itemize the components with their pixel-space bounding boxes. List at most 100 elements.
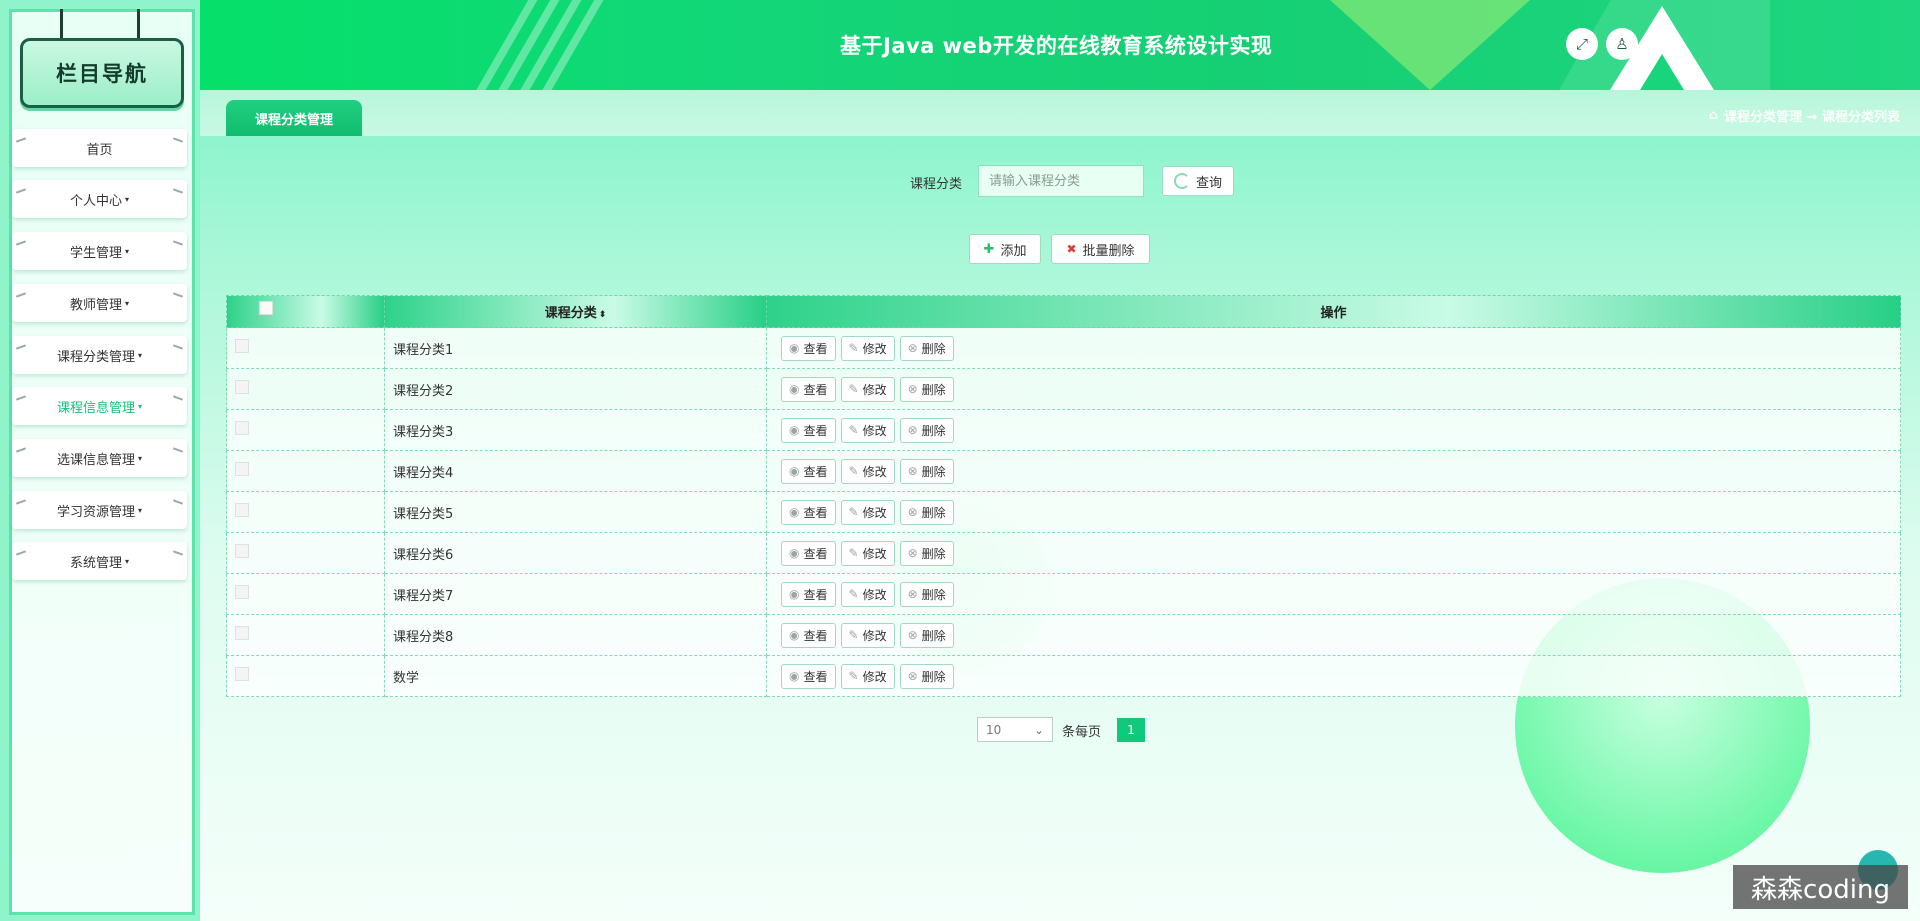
row-checkbox-cell (226, 532, 385, 574)
row-checkbox[interactable] (235, 626, 249, 640)
delete-button[interactable]: ⊗ 删除 (899, 540, 954, 566)
delete-button[interactable]: ⊗ 删除 (899, 417, 954, 443)
edit-button-label: 修改 (862, 341, 887, 356)
page-number-current[interactable]: 1 (1117, 718, 1145, 742)
plus-icon: ✚ (983, 241, 995, 257)
batch-delete-button[interactable]: ✖ 批量删除 (1051, 234, 1150, 264)
column-header-label: 课程分类 (544, 306, 597, 321)
row-checkbox[interactable] (235, 421, 249, 435)
delete-button[interactable]: ⊗ 删除 (899, 663, 954, 689)
view-button-label: 查看 (803, 464, 828, 479)
edit-button[interactable]: ✎ 修改 (840, 417, 895, 443)
sidebar-item-teachers[interactable]: 教师管理 ▾ (12, 284, 187, 322)
home-icon[interactable]: ⌂ (1709, 108, 1718, 123)
view-button[interactable]: ◉ 查看 (781, 540, 836, 566)
search-icon (1173, 173, 1190, 189)
row-checkbox[interactable] (235, 544, 249, 558)
pencil-icon: ✎ (848, 628, 859, 642)
sidebar-item-system[interactable]: 系统管理 ▾ (12, 542, 187, 580)
edit-button[interactable]: ✎ 修改 (840, 663, 895, 689)
edit-button[interactable]: ✎ 修改 (840, 499, 895, 525)
view-button[interactable]: ◉ 查看 (781, 376, 836, 402)
select-all-checkbox[interactable] (258, 300, 273, 315)
sort-icon[interactable]: ⬍ (599, 310, 607, 320)
view-button[interactable]: ◉ 查看 (781, 458, 836, 484)
sidebar-item-home[interactable]: 首页 (12, 129, 187, 167)
delete-circle-icon: ⊗ (907, 464, 918, 478)
edit-button-label: 修改 (862, 669, 887, 684)
view-button[interactable]: ◉ 查看 (781, 622, 836, 648)
row-checkbox[interactable] (235, 380, 249, 394)
eye-icon: ◉ (789, 341, 800, 355)
fullscreen-button[interactable]: ⤢ (1566, 28, 1598, 60)
row-checkbox[interactable] (235, 585, 249, 599)
pencil-icon: ✎ (848, 669, 859, 683)
edit-button[interactable]: ✎ 修改 (840, 376, 895, 402)
sidebar-item-personal-center[interactable]: 个人中心 ▾ (12, 180, 187, 218)
edit-button-label: 修改 (862, 546, 887, 561)
caret-down-icon: ▾ (125, 246, 130, 256)
view-button-label: 查看 (803, 587, 828, 602)
view-button[interactable]: ◉ 查看 (781, 581, 836, 607)
eye-icon: ◉ (789, 464, 800, 478)
caret-down-icon: ▾ (138, 350, 143, 360)
delete-circle-icon: ⊗ (907, 587, 918, 601)
sidebar-item-learning-resources[interactable]: 学习资源管理 ▾ (12, 491, 187, 529)
delete-button[interactable]: ⊗ 删除 (899, 458, 954, 484)
add-button[interactable]: ✚ 添加 (969, 234, 1041, 264)
delete-button[interactable]: ⊗ 删除 (899, 581, 954, 607)
sidebar-item-label: 学生管理 (69, 245, 122, 261)
edit-button[interactable]: ✎ 修改 (840, 622, 895, 648)
edit-button[interactable]: ✎ 修改 (840, 581, 895, 607)
view-button[interactable]: ◉ 查看 (781, 663, 836, 689)
edit-button[interactable]: ✎ 修改 (840, 458, 895, 484)
view-button-label: 查看 (803, 382, 828, 397)
row-checkbox-cell (226, 450, 385, 492)
sidebar-item-students[interactable]: 学生管理 ▾ (12, 232, 187, 270)
delete-circle-icon: ⊗ (907, 505, 918, 519)
delete-button[interactable]: ⊗ 删除 (899, 376, 954, 402)
search-input[interactable] (978, 165, 1144, 197)
view-button[interactable]: ◉ 查看 (781, 499, 836, 525)
column-header-category[interactable]: 课程分类 ⬍ (384, 295, 767, 328)
table-row: 数学 ◉ 查看 ✎ 修改 ⊗ 删除 (226, 655, 1901, 697)
search-button[interactable]: 查询 (1162, 166, 1234, 196)
sidebar-item-enrollment-info[interactable]: 选课信息管理 ▾ (12, 439, 187, 477)
site-title: 基于Java web开发的在线教育系统设计实现 (840, 34, 1273, 58)
search-button-label: 查询 (1195, 175, 1222, 191)
row-actions-cell: ◉ 查看 ✎ 修改 ⊗ 删除 (766, 614, 1901, 656)
row-checkbox[interactable] (235, 339, 249, 353)
delete-button[interactable]: ⊗ 删除 (899, 335, 954, 361)
delete-button-label: 删除 (921, 546, 946, 561)
edit-button[interactable]: ✎ 修改 (840, 335, 895, 361)
delete-button-label: 删除 (921, 587, 946, 602)
category-name-cell: 课程分类7 (384, 573, 767, 615)
row-checkbox[interactable] (235, 462, 249, 476)
delete-button-label: 删除 (921, 628, 946, 643)
sidebar-item-course-info[interactable]: 课程信息管理 ▾ (12, 387, 187, 425)
sidebar-item-course-categories[interactable]: 课程分类管理 ▾ (12, 336, 187, 374)
view-button[interactable]: ◉ 查看 (781, 335, 836, 361)
page-size-select[interactable]: 10 ⌄ (977, 717, 1053, 742)
view-button[interactable]: ◉ 查看 (781, 417, 836, 443)
delete-button[interactable]: ⊗ 删除 (899, 622, 954, 648)
row-checkbox[interactable] (235, 503, 249, 517)
delete-button-label: 删除 (921, 505, 946, 520)
select-all-header (226, 295, 385, 328)
category-name-cell: 课程分类8 (384, 614, 767, 656)
top-header: 基于Java web开发的在线教育系统设计实现 ⤢ ♙ (200, 0, 1920, 90)
course-category-table: 课程分类 ⬍ 操作 课程分类1 ◉ 查看 ✎ 修改 ⊗ 删除 课程分类2 ◉ 查看 ✎ 修改 ⊗ 删除 课程分… (226, 295, 1901, 697)
category-name-cell: 课程分类2 (384, 368, 767, 410)
eye-icon: ◉ (789, 423, 800, 437)
category-name-cell: 课程分类1 (384, 327, 767, 369)
tab-course-categories[interactable]: 课程分类管理 (226, 100, 362, 136)
page-size-value: 10 (986, 722, 1002, 737)
sidebar-heading: 栏目导航 (20, 38, 184, 108)
edit-button-label: 修改 (862, 382, 887, 397)
row-checkbox[interactable] (235, 667, 249, 681)
close-icon: ✖ (1066, 242, 1077, 256)
edit-button[interactable]: ✎ 修改 (840, 540, 895, 566)
row-actions-cell: ◉ 查看 ✎ 修改 ⊗ 删除 (766, 491, 1901, 533)
edit-button-label: 修改 (862, 464, 887, 479)
delete-button[interactable]: ⊗ 删除 (899, 499, 954, 525)
